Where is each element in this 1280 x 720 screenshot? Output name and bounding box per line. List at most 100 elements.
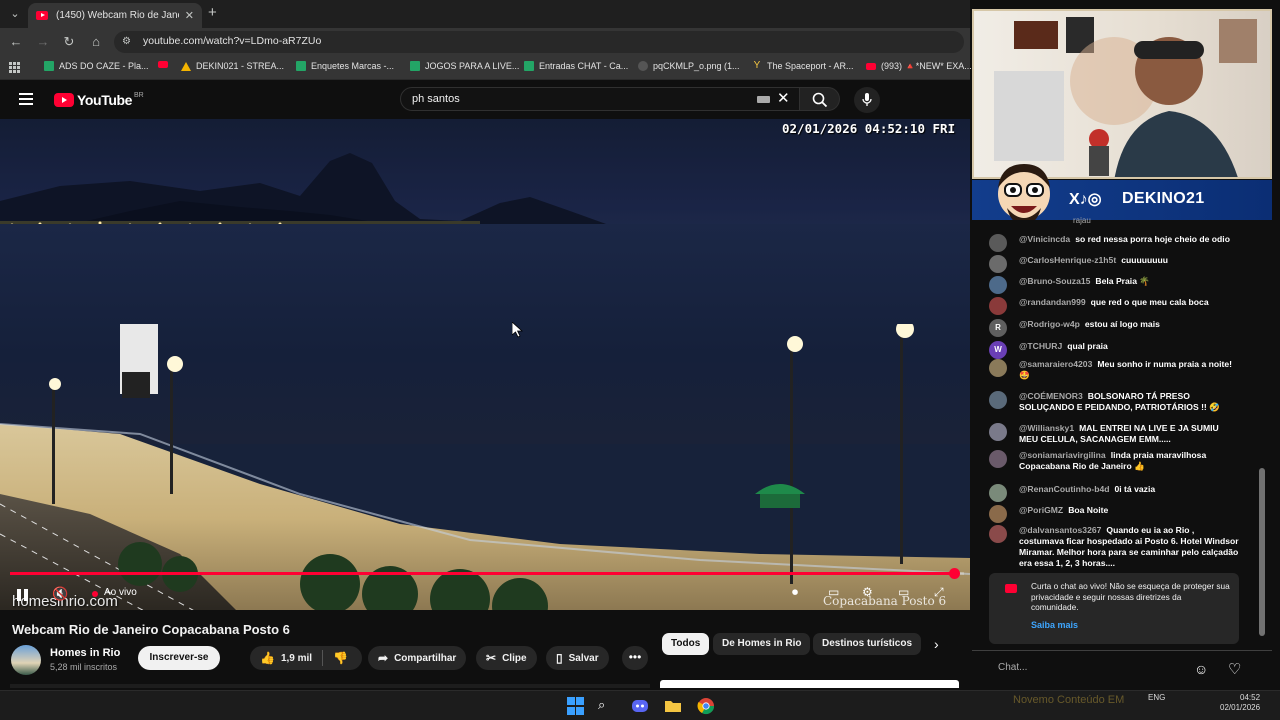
chat-author[interactable]: @RenanCoutinho-b4d [1019,484,1110,494]
back-arrow-icon[interactable]: ← [8,34,24,50]
browser-tab-active[interactable]: (1450) Webcam Rio de Janeiro ✕ [28,3,202,28]
reload-icon[interactable]: ↻ [61,34,77,50]
chat-avatar[interactable] [989,423,1007,441]
youtube-logo[interactable]: YouTube BR [54,92,144,108]
autoplay-toggle-icon[interactable]: ⏺ [792,585,798,600]
chat-author[interactable]: @randandan999 [1019,297,1086,307]
chat-text: qual praia [1067,341,1108,351]
chat-avatar[interactable] [989,525,1007,543]
settings-gear-icon[interactable]: ⚙ [862,585,873,599]
forward-arrow-icon[interactable]: → [35,34,51,50]
chat-avatar[interactable] [989,297,1007,315]
learn-more-link[interactable]: Saiba mais [1031,620,1078,630]
taskbar-search-icon[interactable]: ⌕ [598,697,616,715]
chat-author[interactable]: @soniamariavirgilina [1019,450,1106,460]
chat-message: @Vinicincda so red nessa porra hoje cheio… [989,234,1239,252]
like-button[interactable]: 👍 1,9 mil [250,646,322,670]
search-input[interactable]: ph santos ✕ [400,87,800,111]
url-text[interactable]: youtube.com/watch?v=LDmo-aR7ZUo [143,35,321,47]
new-tab-icon[interactable]: + [208,5,217,21]
chat-avatar[interactable] [989,484,1007,502]
chat-author[interactable]: @Vinicincda [1019,234,1070,244]
clear-search-icon[interactable]: ✕ [777,90,790,108]
chip-todos[interactable]: Todos [662,633,710,655]
chat-author[interactable]: @CarlosHenrique-z1h5t [1019,255,1116,265]
clip-button[interactable]: ✂ Clipe [476,646,537,670]
bookmark-spaceport[interactable]: Y The Spaceport - AR... [752,61,854,72]
screen: ⌄ (1450) Webcam Rio de Janeiro ✕ + ← → ↻… [0,0,1280,720]
search-button[interactable] [800,87,840,111]
emoji-icon[interactable]: ☺ [1194,661,1208,677]
menu-icon[interactable] [19,93,33,105]
system-clock[interactable]: 04:52 02/01/2026 [1220,693,1260,713]
bookmark-png[interactable]: pqCKMLP_o.png (1... [638,61,740,71]
recommended-thumbnail-peek[interactable] [660,680,959,688]
chat-author[interactable]: @samaraiero4203 [1019,359,1092,369]
subscribe-button[interactable]: Inscrever-se [138,646,220,670]
subtitles-icon[interactable]: ▭ [828,585,839,599]
chat-avatar[interactable]: R [989,319,1007,337]
bookmark-youtube[interactable] [158,61,173,68]
tab-search-icon[interactable]: ⌄ [6,5,24,23]
address-bar[interactable]: ⚙ youtube.com/watch?v=LDmo-aR7ZUo [114,31,964,53]
chat-author[interactable]: @COÉMENOR3 [1019,391,1083,401]
dislike-button[interactable]: 👎 [323,646,358,670]
chat-avatar[interactable] [989,359,1007,377]
chat-author[interactable]: @dalvansantos3267 [1019,525,1101,535]
chat-input[interactable]: Chat... [998,662,1027,673]
video-player[interactable]: 02/01/2026 04:52:10 FRI homesinrio.com C… [0,119,970,610]
chat-avatar[interactable] [989,276,1007,294]
heart-icon[interactable]: ♡ [1228,660,1241,678]
browser-tab-strip: ⌄ (1450) Webcam Rio de Janeiro ✕ + [0,0,970,28]
chat-author[interactable]: @Rodrigo-w4p [1019,319,1080,329]
share-button[interactable]: ➦ Compartilhar [368,646,467,670]
mute-icon[interactable]: 🔇 [52,586,68,602]
channel-avatar[interactable] [11,645,41,675]
bookmark-jogos[interactable]: JOGOS PARA A LIVE... [410,61,519,71]
channel-name[interactable]: Homes in Rio [50,647,120,659]
live-label[interactable]: Ao vivo [104,587,137,598]
chat-message: @Bruno-Souza15 Bela Praia 🌴 [989,276,1239,294]
more-actions-icon[interactable]: ••• [622,646,648,670]
discord-icon[interactable] [631,697,649,715]
save-button[interactable]: ▯ Salvar [546,646,609,670]
chat-avatar[interactable] [989,255,1007,273]
chat-author[interactable]: @Williansky1 [1019,423,1074,433]
bookmark-enquetes[interactable]: Enquetes Marcas -... [296,61,394,71]
chat-author[interactable]: @TCHURJ [1019,341,1062,351]
chat-avatar[interactable] [989,391,1007,409]
voice-search-button[interactable] [854,87,880,113]
bookmark-ads[interactable]: ADS DO CAZE - Pla... [44,61,149,71]
chat-message: @COÉMENOR3 BOLSONARO TÁ PRESO SOLUÇANDO E… [989,391,1239,413]
home-icon[interactable]: ⌂ [88,34,104,50]
start-windows-icon[interactable] [567,697,585,715]
chat-avatar[interactable]: W [989,341,1007,359]
chevron-right-icon[interactable]: › [934,636,939,652]
tab-close-icon[interactable]: ✕ [185,9,194,22]
search-query[interactable]: ph santos [412,93,460,105]
chip-de-homes-in-rio[interactable]: De Homes in Rio [713,633,811,655]
bookmark-entradas[interactable]: Entradas CHAT - Ca... [524,61,628,71]
site-info-icon[interactable]: ⚙ [122,36,134,48]
bookmark-new-exa[interactable]: (993) 🔺*NEW* EXA... [866,61,972,72]
chrome-icon[interactable] [697,697,715,715]
chat-scrollbar[interactable] [1259,468,1265,636]
theater-mode-icon[interactable]: ▭ [898,585,909,599]
chat-avatar[interactable] [989,505,1007,523]
apps-grid-icon[interactable] [9,62,20,73]
notice-text: Curta o chat ao vivo! Não se esqueça de … [1031,581,1230,612]
bookmark-dekin021[interactable]: DEKIN021 - STREA... [181,61,284,71]
file-explorer-icon[interactable] [664,697,682,715]
youtube-icon [866,63,876,70]
fullscreen-icon[interactable]: ⤢ [934,585,944,600]
chip-destinos-turisticos[interactable]: Destinos turísticos [813,633,922,655]
chat-message: @Williansky1 MAL ENTREI NA LIVE E JA SUMI… [989,423,1239,445]
chat-avatar[interactable] [989,450,1007,468]
pause-button[interactable] [17,589,29,601]
chat-author[interactable]: @PoriGMZ [1019,505,1063,515]
chat-avatar[interactable] [989,234,1007,252]
keyboard-icon[interactable] [757,96,770,103]
tray-language[interactable]: ENG [1148,693,1165,702]
progress-bar[interactable] [10,568,964,579]
chat-author[interactable]: @Bruno-Souza15 [1019,276,1090,286]
